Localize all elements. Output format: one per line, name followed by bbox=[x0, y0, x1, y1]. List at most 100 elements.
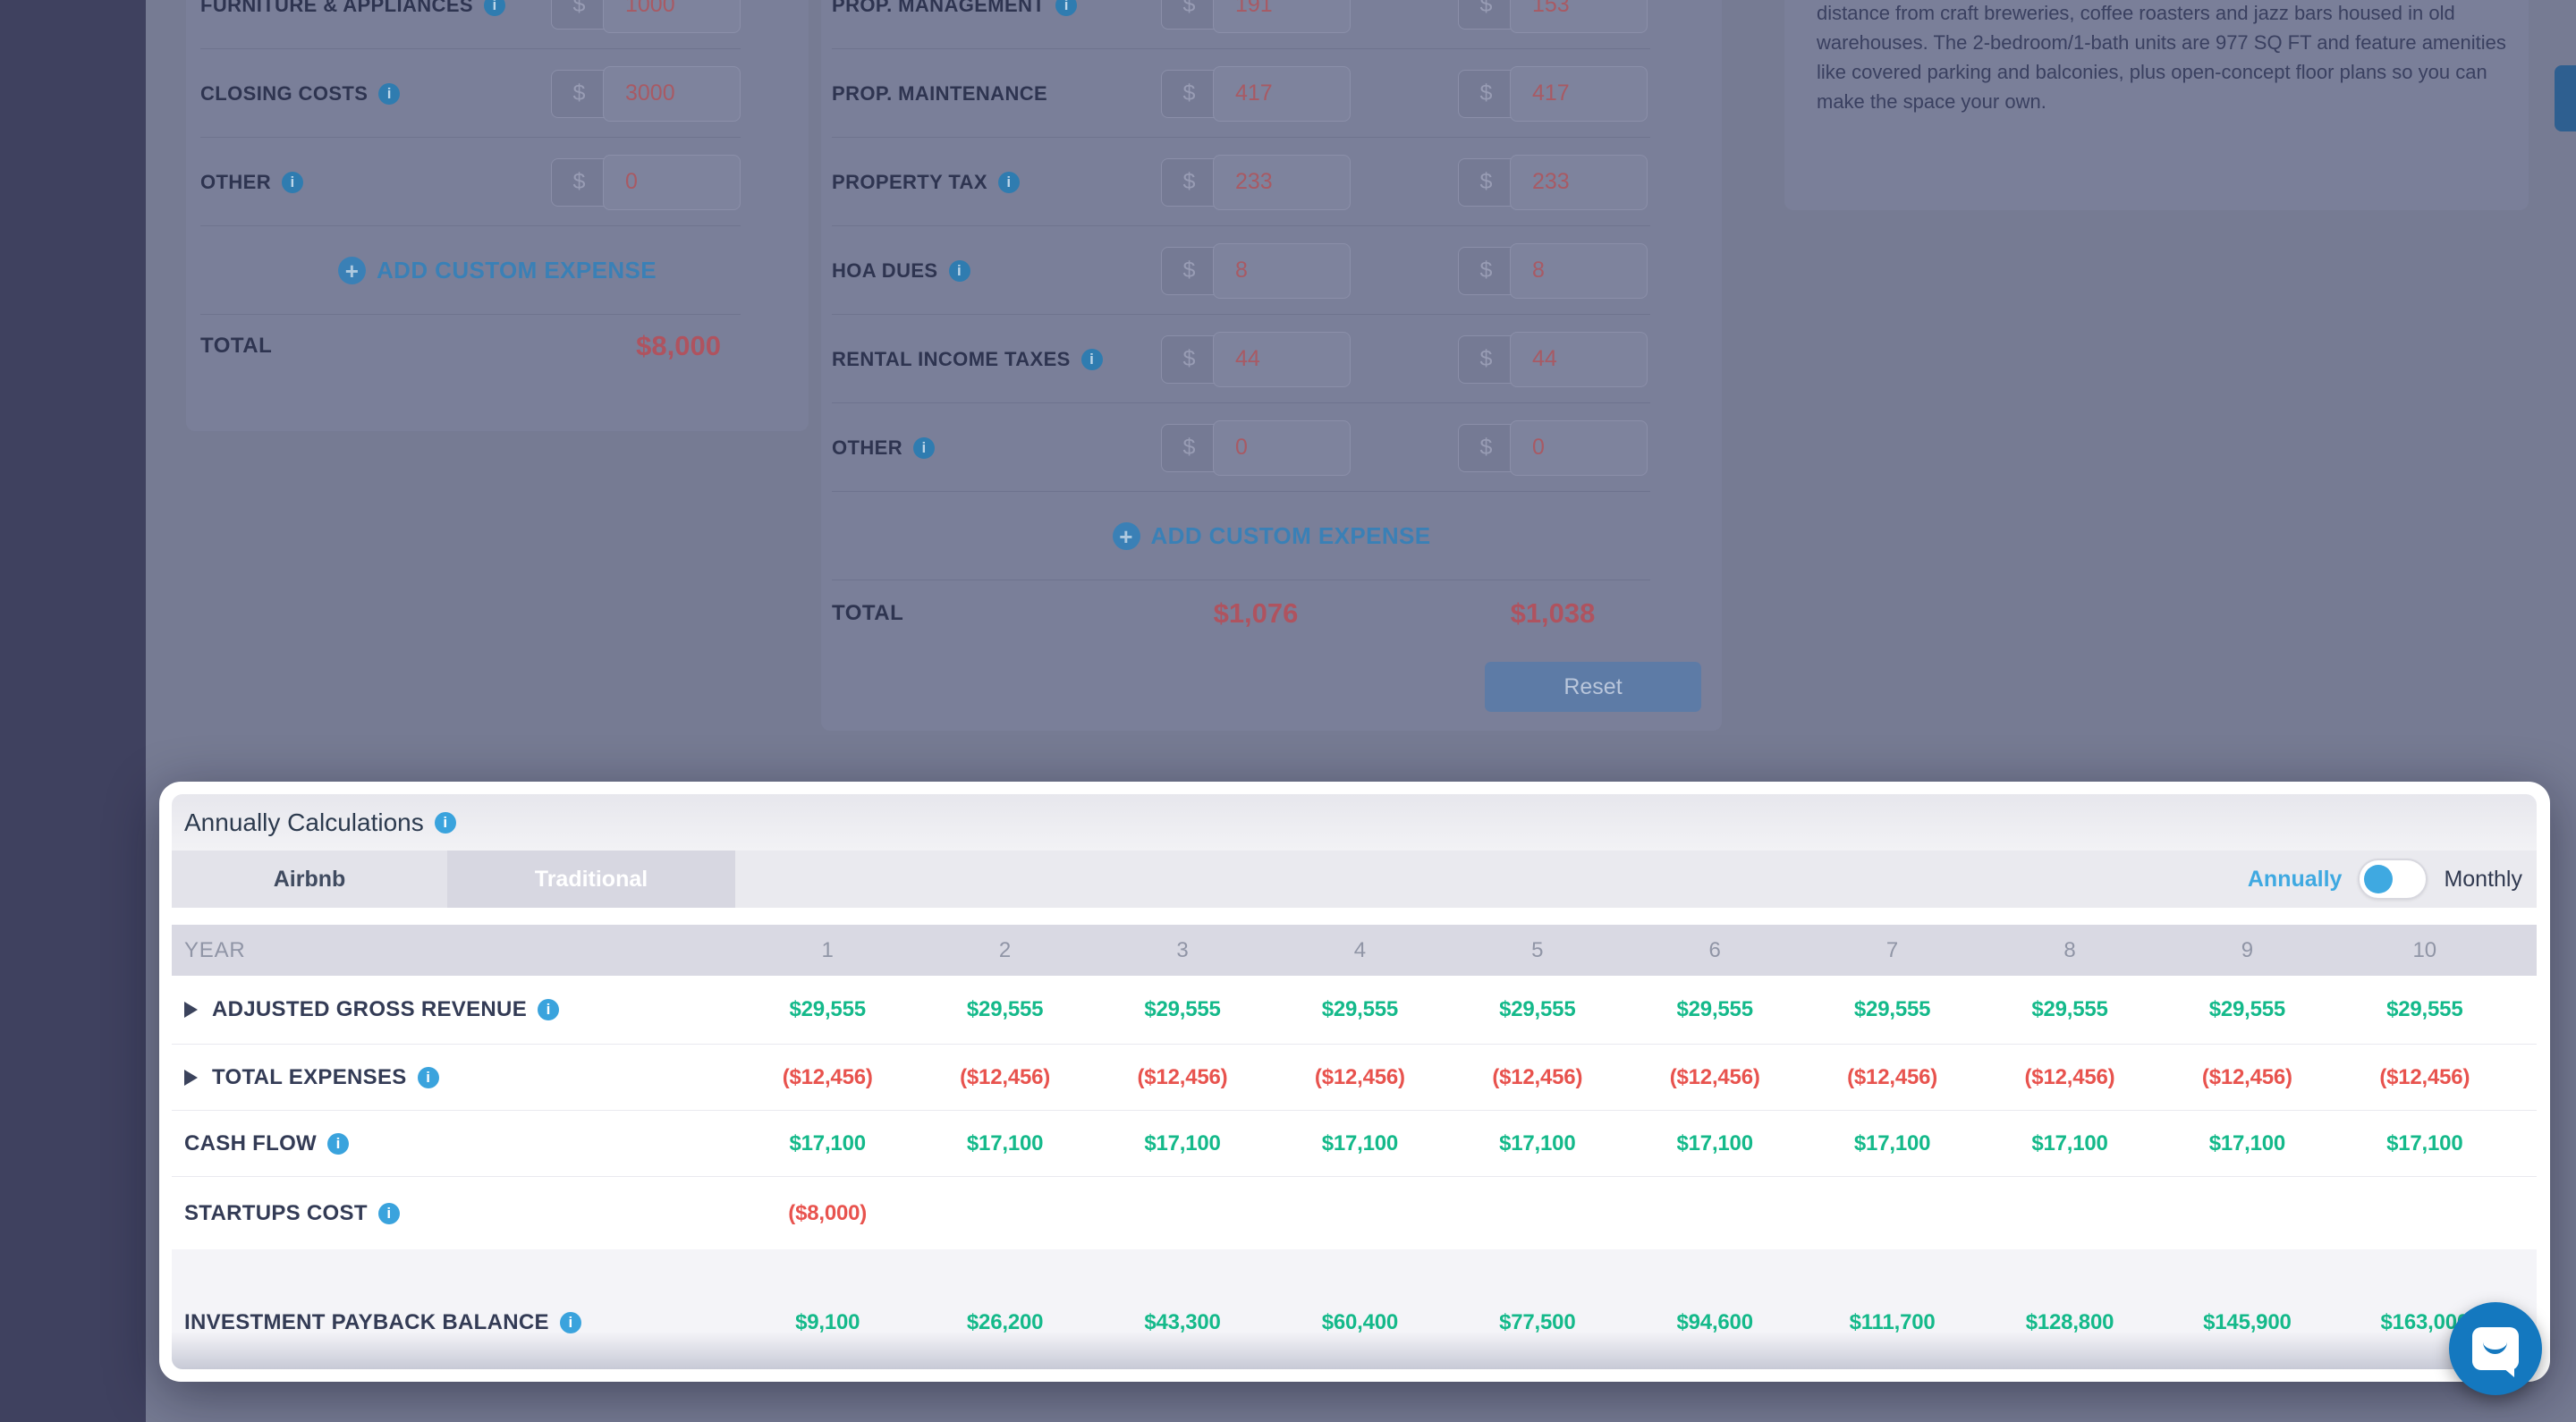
add-custom-expense-label: ADD CUSTOM EXPENSE bbox=[377, 257, 657, 284]
amount-input[interactable]: 0 bbox=[603, 155, 741, 210]
currency-prefix: $ bbox=[1458, 335, 1513, 384]
currency-prefix: $ bbox=[1161, 424, 1216, 472]
feedback-edge-tab[interactable] bbox=[2555, 65, 2576, 131]
intercom-chat-icon bbox=[2472, 1327, 2519, 1370]
amount-input[interactable]: 1000 bbox=[603, 0, 741, 33]
amount-input-group: $153 bbox=[1458, 0, 1648, 33]
period-toggle-switch[interactable] bbox=[2358, 859, 2428, 900]
expand-caret-icon[interactable] bbox=[184, 1070, 198, 1086]
amount-input[interactable]: 233 bbox=[1213, 155, 1351, 210]
add-custom-expense-button[interactable]: + ADD CUSTOM EXPENSE bbox=[821, 492, 1722, 580]
amount-input-group: $1000 bbox=[551, 0, 741, 33]
calc-value-cell: $17,100 bbox=[1094, 1131, 1271, 1156]
amount-input-group: $233 bbox=[1458, 155, 1648, 210]
amount-input[interactable]: 191 bbox=[1213, 0, 1351, 33]
info-icon[interactable]: i bbox=[560, 1312, 581, 1333]
tab-traditional[interactable]: Traditional bbox=[447, 851, 735, 908]
currency-prefix: $ bbox=[1458, 70, 1513, 118]
currency-prefix: $ bbox=[1161, 158, 1216, 207]
amount-input[interactable]: 153 bbox=[1510, 0, 1648, 33]
calc-row-label-cell: TOTAL EXPENSES i bbox=[172, 1065, 739, 1090]
info-icon[interactable]: i bbox=[378, 83, 400, 105]
amount-input[interactable]: 417 bbox=[1510, 66, 1648, 122]
info-icon[interactable]: i bbox=[1055, 0, 1077, 16]
calc-value-cell: $17,100 bbox=[916, 1131, 1093, 1156]
expense-label-text: OTHER bbox=[200, 171, 271, 194]
startup-costs-card: FURNITURE & APPLIANCES i $1000 CLOSING COST… bbox=[186, 0, 809, 431]
expense-label: OTHERi bbox=[832, 436, 1161, 460]
info-icon[interactable]: i bbox=[913, 437, 935, 459]
expense-row: PROP. MANAGEMENTi$191$153 bbox=[821, 0, 1722, 49]
chat-launcher-button[interactable] bbox=[2449, 1302, 2542, 1395]
currency-prefix: $ bbox=[551, 0, 606, 30]
currency-prefix: $ bbox=[551, 70, 606, 118]
calc-value-cell: $17,100 bbox=[1626, 1131, 1803, 1156]
expense-label-text: PROP. MANAGEMENT bbox=[832, 0, 1045, 17]
info-icon[interactable]: i bbox=[949, 260, 970, 282]
calc-value-cell: ($8,000) bbox=[739, 1201, 916, 1226]
amount-input[interactable]: 233 bbox=[1510, 155, 1648, 210]
left-sidebar bbox=[0, 0, 146, 1422]
calc-value-cell: $29,555 bbox=[1626, 997, 1803, 1022]
info-icon[interactable]: i bbox=[1081, 349, 1103, 370]
calc-value-cell: $29,555 bbox=[1981, 997, 2158, 1022]
info-icon[interactable]: i bbox=[282, 172, 303, 193]
listing-description-text: distance from craft breweries, coffee ro… bbox=[1817, 0, 2512, 116]
expense-row: FURNITURE & APPLIANCES i $1000 bbox=[186, 0, 809, 49]
amount-input[interactable]: 8 bbox=[1510, 243, 1648, 299]
calc-value-cell: $94,600 bbox=[1626, 1310, 1803, 1335]
year-header-cell: 1 bbox=[739, 938, 916, 963]
info-icon[interactable]: i bbox=[327, 1133, 349, 1155]
expand-caret-icon[interactable] bbox=[184, 1002, 198, 1018]
year-header-cell: 4 bbox=[1271, 938, 1448, 963]
tabs-gap bbox=[172, 908, 2537, 925]
calc-value-cell: $29,555 bbox=[916, 997, 1093, 1022]
reset-button[interactable]: Reset bbox=[1485, 662, 1701, 712]
panel-header: Annually Calculations i bbox=[172, 794, 2537, 851]
amount-input-group: $233 bbox=[1161, 155, 1351, 210]
calc-value-cell: $29,555 bbox=[1271, 997, 1448, 1022]
amount-input[interactable]: 417 bbox=[1213, 66, 1351, 122]
year-header-cell: 2 bbox=[916, 938, 1093, 963]
calc-value-cell: ($12,456) bbox=[1449, 1065, 1626, 1090]
tab-airbnb[interactable]: Airbnb bbox=[172, 851, 447, 908]
calc-table-row: ADJUSTED GROSS REVENUEi$29,555$29,555$29… bbox=[172, 976, 2537, 1045]
currency-prefix: $ bbox=[1161, 70, 1216, 118]
year-header-cell: 8 bbox=[1981, 938, 2158, 963]
expense-label-text: CLOSING COSTS bbox=[200, 82, 368, 106]
amount-input[interactable]: 3000 bbox=[603, 66, 741, 122]
expense-label-text: PROP. MAINTENANCE bbox=[832, 82, 1047, 106]
calc-table-row: STARTUPS COSTi($8,000) bbox=[172, 1177, 2537, 1249]
info-icon[interactable]: i bbox=[538, 999, 559, 1020]
amount-input[interactable]: 44 bbox=[1213, 332, 1351, 387]
calc-value-cell: $29,555 bbox=[2336, 997, 2513, 1022]
year-header-row: YEAR 12345678910 bbox=[172, 925, 2537, 976]
amount-input-group: $0 bbox=[1161, 420, 1351, 476]
calc-value-cell: $29,555 bbox=[1449, 997, 1626, 1022]
info-icon[interactable]: i bbox=[435, 812, 456, 834]
calc-value-cell: $17,100 bbox=[2158, 1131, 2335, 1156]
expense-label-text: FURNITURE & APPLIANCES bbox=[200, 0, 473, 17]
year-header-cell: 5 bbox=[1449, 938, 1626, 963]
amount-input[interactable]: 44 bbox=[1510, 332, 1648, 387]
annually-label[interactable]: Annually bbox=[2248, 867, 2343, 893]
calc-row-label-cell: ADJUSTED GROSS REVENUEi bbox=[172, 997, 739, 1022]
amount-input[interactable]: 8 bbox=[1213, 243, 1351, 299]
calc-value-cell: $29,555 bbox=[2158, 997, 2335, 1022]
calc-value-cell: $29,555 bbox=[739, 997, 916, 1022]
info-icon[interactable]: i bbox=[484, 0, 505, 16]
expense-label: CLOSING COSTS i bbox=[200, 82, 551, 106]
monthly-total-airbnb: $1,076 bbox=[1161, 597, 1351, 630]
amount-input[interactable]: 0 bbox=[1510, 420, 1648, 476]
info-icon[interactable]: i bbox=[998, 172, 1020, 193]
calc-row-label: TOTAL EXPENSES bbox=[212, 1065, 407, 1090]
monthly-label[interactable]: Monthly bbox=[2444, 867, 2522, 893]
info-icon[interactable]: i bbox=[378, 1203, 400, 1224]
amount-input[interactable]: 0 bbox=[1213, 420, 1351, 476]
currency-prefix: $ bbox=[1458, 247, 1513, 295]
monthly-expenses-card: PROP. MANAGEMENT i $191 $153 PROP. MAINTENAN… bbox=[821, 0, 1722, 731]
calc-value-cell: ($12,456) bbox=[1626, 1065, 1803, 1090]
rental-strategy-tabs: Airbnb Traditional Annually Monthly bbox=[172, 851, 2537, 908]
add-custom-expense-button[interactable]: + ADD CUSTOM EXPENSE bbox=[186, 226, 809, 315]
info-icon[interactable]: i bbox=[418, 1067, 439, 1088]
